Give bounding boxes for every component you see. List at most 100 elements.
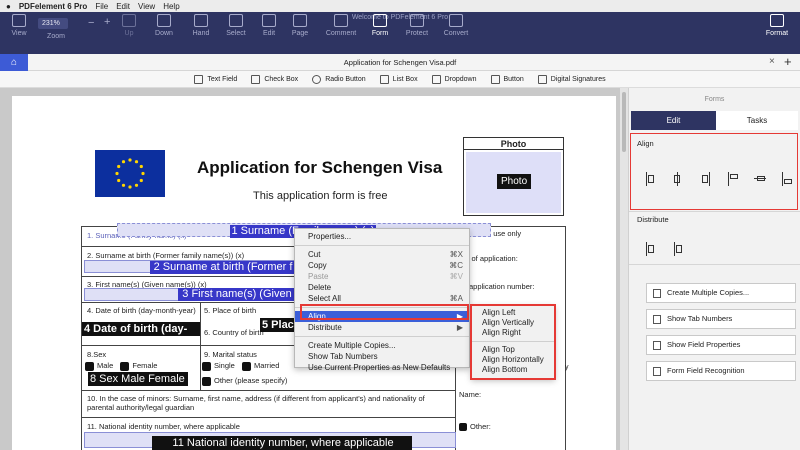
tab-numbers-icon [653,315,661,324]
menu-use-current-properties[interactable]: Use Current Properties as New Defaults [295,362,469,373]
menu-select-all-label: Select All [308,294,341,303]
hand-tool[interactable]: Hand [182,14,220,37]
place-birth-label: 5. Place of birth [204,306,257,315]
create-copies-button[interactable]: Create Multiple Copies... [646,283,796,303]
male-checkbox[interactable] [85,361,94,371]
radio-button-tool[interactable]: Radio Button [312,74,366,84]
national-id-label: 11. National identity number, where appl… [87,422,240,431]
national-id-field[interactable]: 11 National identity number, where appli… [152,436,412,450]
panel-tab-edit[interactable]: Edit [631,111,716,130]
menu-show-tab-numbers[interactable]: Show Tab Numbers [295,351,469,362]
dob-field[interactable]: 4 Date of birth (day- [82,322,200,336]
comment-label: Comment [325,30,357,37]
select-label: Select [226,30,246,37]
signature-icon [537,74,547,84]
apple-icon[interactable]: ● [6,2,11,11]
digital-signatures-tool[interactable]: Digital Signatures [537,74,606,84]
align-right-icon[interactable] [702,172,710,186]
show-field-properties-button[interactable]: Show Field Properties [646,335,796,355]
text-field-tool[interactable]: Text Field [194,74,237,84]
single-label: Single [214,361,235,370]
show-tab-numbers-button[interactable]: Show Tab Numbers [646,309,796,329]
format-button[interactable]: Format [758,14,796,37]
app-menu[interactable]: PDFelement 6 Pro [19,2,87,11]
distribute-horizontal-icon[interactable] [646,242,654,256]
distribute-heading: Distribute [637,215,669,224]
menu-properties[interactable]: Properties... [295,231,469,242]
menu-create-copies[interactable]: Create Multiple Copies... [295,340,469,351]
vertical-scrollbar[interactable] [620,88,628,450]
menu-copy-label: Copy [308,261,327,270]
page-icon [293,14,307,27]
menu-file[interactable]: File [95,2,108,11]
first-name-field[interactable]: 3 First name(s) (Given [178,288,296,301]
sex-field[interactable]: 8 Sex Male Female [88,372,188,386]
align-bottom-icon[interactable] [782,172,792,186]
married-checkbox[interactable] [241,361,251,371]
menu-delete[interactable]: Delete [295,282,469,293]
photo-button-label: Photo [497,174,532,189]
radio-icon [312,74,322,84]
up-button[interactable]: Up [110,14,148,37]
dropdown-tool[interactable]: Dropdown [431,74,477,84]
align-top-icon[interactable] [728,172,738,186]
protect-tab[interactable]: Protect [398,14,436,37]
copies-icon [653,289,661,298]
other-marital: Other (please specify) [202,376,287,386]
scroll-thumb[interactable] [622,92,626,152]
menu-copy[interactable]: Copy ⌘C [295,260,469,271]
list-box-tool[interactable]: List Box [379,74,418,84]
zoom-label: Zoom [47,33,65,40]
close-tab-icon[interactable]: × [769,56,775,67]
align-left-icon[interactable] [646,172,654,186]
menu-separator [295,245,469,246]
page-tab[interactable]: Page [281,14,319,37]
menu-select-all[interactable]: Select All ⌘A [295,293,469,304]
menu-cut[interactable]: Cut ⌘X [295,249,469,260]
view-button[interactable]: View [0,14,38,37]
distribute-vertical-icon[interactable] [674,242,682,256]
zoom-out-icon[interactable]: − [88,17,94,29]
form-field-recognition-button[interactable]: Form Field Recognition [646,361,796,381]
menu-copy-shortcut: ⌘C [449,261,463,270]
married-label: Married [253,361,280,370]
divider [81,390,456,391]
marital-options: Single Married [202,361,279,371]
create-copies-label: Create Multiple Copies... [667,288,750,297]
menu-paste-shortcut: ⌘V [449,272,463,281]
button-tool[interactable]: Button [490,74,524,84]
menu-bar: ● PDFelement 6 Pro File Edit View Help [0,0,800,12]
submenu-arrow-icon: ▶ [456,323,463,332]
convert-tab[interactable]: Convert [437,14,475,37]
align-heading: Align [637,139,654,148]
menu-paste[interactable]: Paste ⌘V [295,271,469,282]
comment-tab[interactable]: Comment [320,14,362,37]
down-button[interactable]: Down [145,14,183,37]
menu-help[interactable]: Help [163,2,179,11]
place-birth-field[interactable]: 5 Plac [260,318,296,332]
female-checkbox[interactable] [120,361,130,371]
single-checkbox[interactable] [202,361,211,371]
form-tab[interactable]: Form [361,14,399,37]
panel-tab-tasks[interactable]: Tasks [716,111,798,130]
edit-label: Edit [262,30,276,37]
align-highlight [300,304,469,320]
checkbox-icon [251,74,261,84]
document-tab[interactable]: Application for Schengen Visa.pdf [0,54,800,71]
female-label: Female [132,361,158,370]
check-box-tool[interactable]: Check Box [251,74,298,84]
new-tab-icon[interactable]: + [784,54,792,69]
truncated-y: y [565,364,569,371]
align-vertically-icon[interactable] [674,172,682,186]
home-icon[interactable]: ⌂ [0,54,28,71]
zoom-select[interactable]: 231% [38,18,68,29]
menu-edit[interactable]: Edit [116,2,130,11]
photo-heading: Photo [464,138,563,150]
menu-view[interactable]: View [138,2,155,11]
other-checkbox[interactable] [202,376,211,386]
menu-distribute[interactable]: Distribute ▶ [295,322,469,333]
surname-birth-field[interactable]: 2 Surname at birth (Former f [150,261,296,274]
photo-button-field[interactable]: Photo [466,152,561,213]
view-label: View [11,30,27,37]
align-horizontally-icon[interactable] [754,172,766,186]
